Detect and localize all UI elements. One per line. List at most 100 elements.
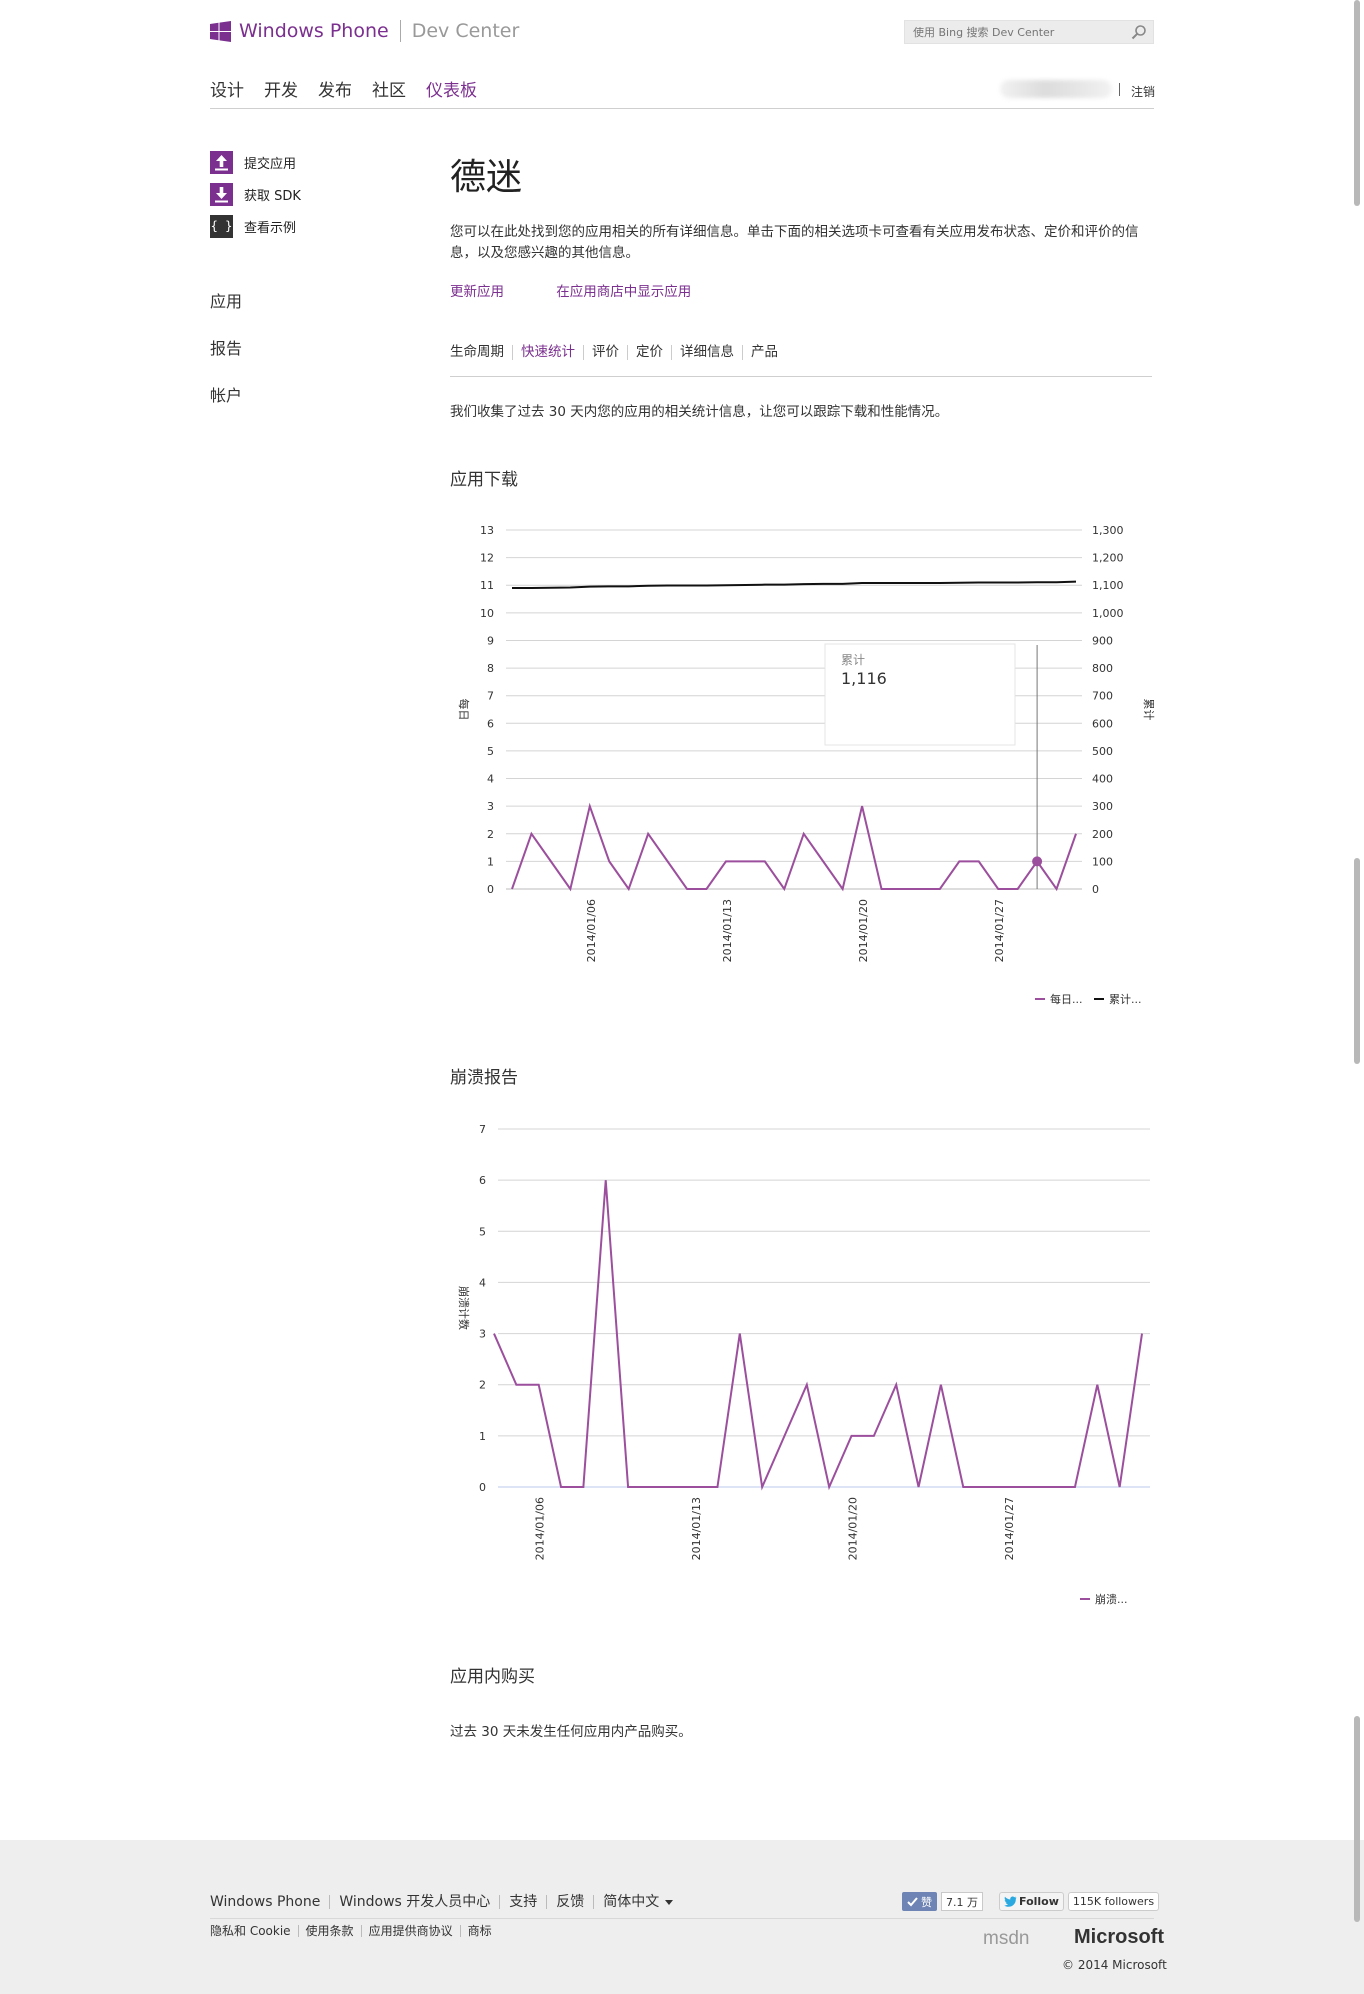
tooltip-value: 1,116 bbox=[841, 669, 887, 688]
hover-point bbox=[1032, 856, 1043, 867]
y-tick-label-right: 900 bbox=[1092, 634, 1113, 647]
scrollbar-thumb[interactable] bbox=[1354, 858, 1360, 1064]
like-label: 赞 bbox=[921, 1895, 932, 1909]
footer-link-trademarks[interactable]: 商标 bbox=[459, 1925, 499, 1937]
y-tick-label: 6 bbox=[479, 1174, 486, 1187]
scrollbar-thumb[interactable] bbox=[1354, 1716, 1360, 1922]
footer-link-dev-center[interactable]: Windows 开发人员中心 bbox=[329, 1895, 499, 1909]
footer-link-support[interactable]: 支持 bbox=[499, 1895, 546, 1909]
y-tick-label: 1 bbox=[479, 1430, 486, 1443]
sidebar-item-apps[interactable]: 应用 bbox=[210, 288, 242, 335]
followers-count: 115K followers bbox=[1067, 1892, 1160, 1911]
intro-text: 您可以在此处找到您的应用相关的所有详细信息。单击下面的相关选项卡可查看有关应用发… bbox=[450, 224, 1139, 261]
follow-button[interactable]: Follow bbox=[999, 1892, 1064, 1911]
submit-app-action[interactable]: 提交应用 bbox=[210, 150, 301, 174]
y-tick-label-left: 5 bbox=[487, 745, 494, 758]
x-tick-label: 2014/01/13 bbox=[721, 899, 734, 962]
tab-4[interactable]: 详细信息 bbox=[671, 345, 742, 360]
language-label: 简体中文 bbox=[603, 1894, 660, 1910]
submit-app-label: 提交应用 bbox=[244, 156, 297, 172]
legend-label-cumulative: 累计... bbox=[1109, 993, 1142, 1006]
search-box[interactable] bbox=[904, 20, 1154, 44]
sidebar-item-account[interactable]: 帐户 bbox=[210, 382, 242, 429]
y-tick-label-right: 1,000 bbox=[1092, 607, 1124, 620]
nav-item-1[interactable]: 开发 bbox=[264, 76, 298, 101]
y-tick-label-left: 6 bbox=[487, 717, 494, 730]
tab-5[interactable]: 产品 bbox=[742, 345, 786, 360]
signout-link[interactable]: 注销 bbox=[1131, 83, 1155, 100]
scrollbar-thumb[interactable] bbox=[1354, 0, 1360, 206]
microsoft-logo[interactable]: Microsoft bbox=[1074, 1926, 1164, 1949]
y-tick-label-right: 0 bbox=[1092, 883, 1099, 896]
get-sdk-action[interactable]: 获取 SDK bbox=[210, 182, 301, 206]
y-tick-label: 7 bbox=[479, 1123, 486, 1136]
chevron-down-icon bbox=[665, 1899, 674, 1905]
y-tick-label-right: 1,200 bbox=[1092, 552, 1124, 565]
y-tick-label: 0 bbox=[479, 1481, 486, 1494]
y-tick-label-left: 8 bbox=[487, 662, 494, 675]
x-tick-label: 2014/01/20 bbox=[857, 899, 870, 962]
brand[interactable]: Windows Phone Dev Center bbox=[210, 20, 519, 42]
footer-link-provider-agreement[interactable]: 应用提供商协议 bbox=[360, 1925, 460, 1937]
view-samples-label: 查看示例 bbox=[244, 220, 297, 236]
tab-1[interactable]: 快速统计 bbox=[512, 345, 583, 360]
language-selector[interactable]: 简体中文 bbox=[593, 1895, 682, 1909]
iap-section-title: 应用内购买 bbox=[450, 1667, 535, 1687]
user-name-blurred bbox=[1000, 80, 1112, 98]
windows-logo-icon bbox=[210, 20, 231, 42]
tooltip-label: 累计 bbox=[841, 653, 865, 667]
twitter-widget[interactable]: Follow 115K followers bbox=[999, 1892, 1160, 1911]
crash-chart: 0 1 2 3 4 5 6 7 崩溃计数 2014/01/06 2014/01/13 2014/01/… bbox=[457, 1123, 1150, 1606]
y-axis-label-left: 每日 bbox=[457, 699, 471, 721]
footer-link-privacy[interactable]: 隐私和 Cookie bbox=[210, 1925, 298, 1937]
copyright: © 2014 Microsoft bbox=[1062, 1958, 1167, 1972]
like-button[interactable]: 赞 bbox=[902, 1892, 937, 1911]
search-input[interactable] bbox=[905, 21, 1118, 44]
y-tick-label-right: 200 bbox=[1092, 828, 1113, 841]
upload-icon bbox=[210, 150, 233, 174]
y-tick-label-right: 700 bbox=[1092, 690, 1113, 703]
y-tick-label-left: 9 bbox=[487, 634, 494, 647]
x-tick-label: 2014/01/20 bbox=[847, 1497, 860, 1560]
y-tick-label-left: 11 bbox=[480, 579, 494, 592]
nav-item-0[interactable]: 设计 bbox=[210, 76, 244, 101]
y-tick-label-left: 3 bbox=[487, 800, 494, 813]
footer-link-windows-phone[interactable]: Windows Phone bbox=[210, 1895, 329, 1909]
sidebar-item-reports[interactable]: 报告 bbox=[210, 335, 242, 382]
y-tick-label: 4 bbox=[479, 1276, 486, 1289]
nav-item-3[interactable]: 社区 bbox=[372, 76, 406, 101]
user-divider bbox=[1119, 83, 1120, 96]
check-icon bbox=[907, 1896, 918, 1906]
brand-dev-center[interactable]: Dev Center bbox=[412, 20, 520, 42]
legend-label-crashes: 崩溃... bbox=[1095, 1592, 1128, 1606]
update-app-link[interactable]: 更新应用 bbox=[450, 284, 504, 300]
brand-windows-phone[interactable]: Windows Phone bbox=[239, 20, 389, 42]
search-icon[interactable] bbox=[1131, 24, 1147, 40]
sidebar-nav: 应用 报告 帐户 bbox=[210, 288, 242, 429]
footer-link-terms[interactable]: 使用条款 bbox=[297, 1925, 361, 1937]
show-in-store-link[interactable]: 在应用商店中显示应用 bbox=[556, 284, 691, 300]
msdn-logo[interactable]: msdn bbox=[983, 1928, 1029, 1950]
tab-0[interactable]: 生命周期 bbox=[450, 345, 512, 360]
app-links: 更新应用 在应用商店中显示应用 bbox=[450, 280, 739, 300]
twitter-bird-icon bbox=[1004, 1896, 1017, 1907]
downloads-chart: 0 0 1 100 2 200 3 300 4 400 5 500 6 600 7 700 8 800 9 900 10… bbox=[457, 524, 1155, 1006]
y-tick-label-right: 800 bbox=[1092, 662, 1113, 675]
stats-note: 我们收集了过去 30 天内您的应用的相关统计信息，让您可以跟踪下载和性能情况。 bbox=[450, 404, 949, 420]
nav-item-4[interactable]: 仪表板 bbox=[426, 76, 477, 101]
get-sdk-label: 获取 SDK bbox=[244, 188, 301, 204]
downloads-section-title: 应用下载 bbox=[450, 470, 518, 490]
x-tick-label: 2014/01/27 bbox=[993, 899, 1006, 962]
iap-note: 过去 30 天未发生任何应用内产品购买。 bbox=[450, 1724, 692, 1740]
y-tick-label-left: 2 bbox=[487, 828, 494, 841]
view-samples-action[interactable]: { } 查看示例 bbox=[210, 214, 301, 238]
brand-divider bbox=[399, 20, 401, 42]
footer-link-feedback[interactable]: 反馈 bbox=[546, 1895, 593, 1909]
nav-item-2[interactable]: 发布 bbox=[318, 76, 352, 101]
like-widget[interactable]: 赞 7.1 万 bbox=[902, 1892, 983, 1911]
y-tick-label-right: 300 bbox=[1092, 800, 1113, 813]
tab-2[interactable]: 评价 bbox=[583, 345, 627, 360]
tab-3[interactable]: 定价 bbox=[627, 345, 671, 360]
y-tick-label: 3 bbox=[479, 1328, 486, 1341]
y-tick-label-left: 7 bbox=[487, 690, 494, 703]
